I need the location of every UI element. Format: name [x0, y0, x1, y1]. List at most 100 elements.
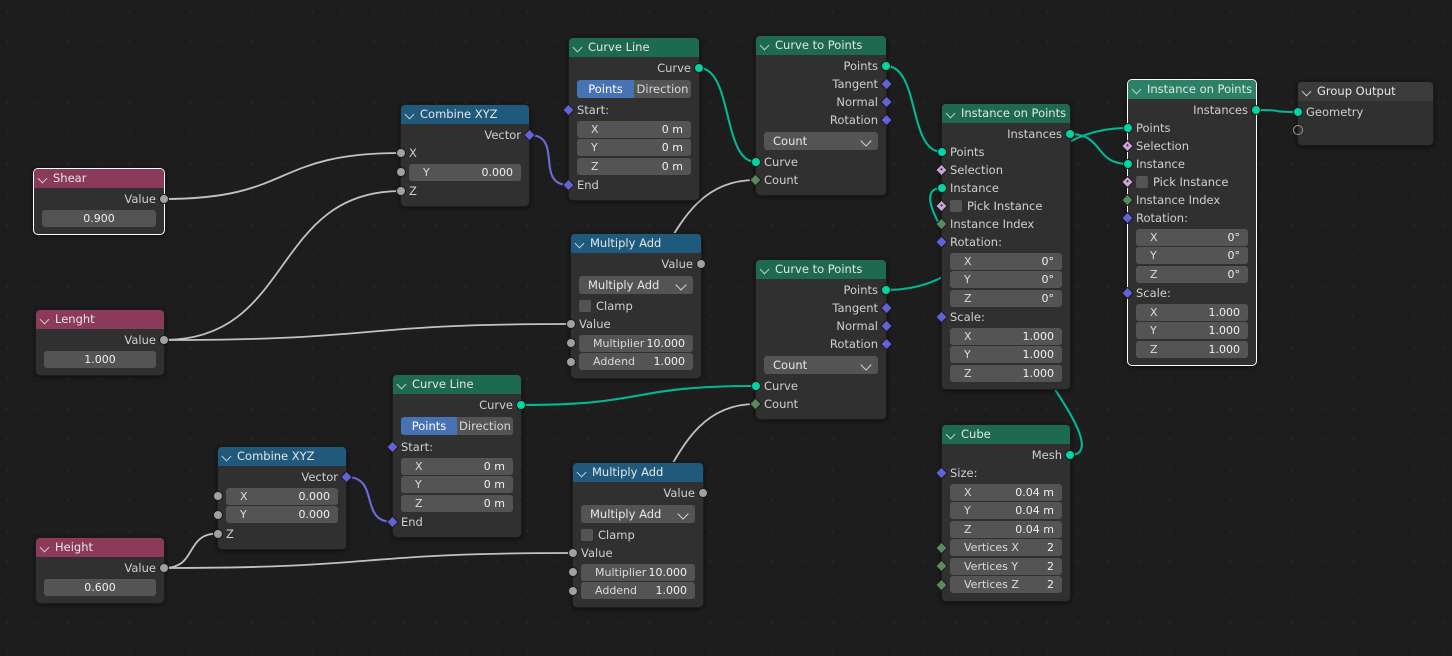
collapse-chevron-icon[interactable] — [1133, 85, 1142, 94]
geometry-node-editor[interactable]: Shear Value 0.900 Lenght Value 1.000 Height Val… — [0, 0, 1452, 656]
toggle-option-points[interactable]: Points — [577, 80, 634, 98]
node-group-output[interactable]: Group Output Geometry — [1293, 81, 1434, 146]
node-curve-line-2[interactable]: Curve Line Curve Points Direction Start: X 0 m… — [386, 374, 526, 538]
node-curve-line-1[interactable]: Curve Line Curve Points Direction Start: X 0 m… — [562, 37, 704, 201]
field-multiply-add-1-addend[interactable]: Addend 1.000 — [579, 353, 693, 370]
field-instance-on-points-2-scale-z[interactable]: Z 1.000 — [1136, 340, 1248, 358]
field-cube-size-x[interactable]: X 0.04 m — [950, 483, 1062, 501]
dropdown-curve-to-points-1[interactable]: Count — [764, 132, 878, 150]
field-cube-size-z[interactable]: Z 0.04 m — [950, 520, 1062, 538]
field-instance-on-points-1-rotation-z[interactable]: Z 0° — [950, 289, 1062, 307]
field-instance-on-points-2-scale-y[interactable]: Y 1.000 — [1136, 322, 1248, 339]
field-instance-on-points-1-scale-y[interactable]: Y 1.000 — [950, 346, 1062, 363]
field-curve-line-2-start-y[interactable]: Y 0 m — [401, 476, 513, 493]
field-cube-vertices-y[interactable]: Vertices Y 2 — [950, 557, 1062, 575]
field-combine-xyz-2-y[interactable]: Y 0.000 — [226, 506, 338, 523]
node-header-lenght[interactable]: Lenght — [36, 310, 164, 329]
toggle-curve-line-2[interactable]: Points Direction — [401, 417, 513, 435]
node-header-instance-on-points-1[interactable]: Instance on Points — [942, 104, 1070, 123]
dropdown-curve-to-points-2[interactable]: Count — [764, 356, 878, 374]
node-combine-xyz-2[interactable]: Combine XYZ Vector X 0.000 Y 0.000 Z — [213, 446, 353, 550]
field-curve-line-1-start-y[interactable]: Y 0 m — [577, 139, 691, 156]
node-header-curve-to-points-2[interactable]: Curve to Points — [756, 260, 886, 279]
checkbox-box[interactable] — [950, 200, 962, 212]
field-multiply-add-1-multiplier[interactable]: Multiplier 10.000 — [579, 334, 693, 352]
node-curve-to-points-2[interactable]: Curve to Points Points Tangent Normal Rotati… — [749, 259, 893, 420]
node-multiply-add-1[interactable]: Multiply Add Value Multiply Add Clamp Value M… — [566, 233, 706, 379]
node-curve-to-points-1[interactable]: Curve to Points Points Tangent Normal Rotati… — [749, 35, 893, 196]
clamp-checkbox-multiply-add-1[interactable]: Clamp — [571, 297, 701, 315]
field-instance-on-points-1-rotation-x[interactable]: X 0° — [950, 252, 1062, 270]
node-header-combine-xyz-2[interactable]: Combine XYZ — [218, 447, 346, 466]
collapse-chevron-icon[interactable] — [398, 380, 407, 389]
field-instance-on-points-2-rotation-x[interactable]: X 0° — [1136, 228, 1248, 246]
clamp-checkbox-multiply-add-2[interactable]: Clamp — [573, 526, 703, 544]
checkbox-box[interactable] — [1136, 176, 1148, 188]
node-instance-on-points-2[interactable]: Instance on Points Instances Points Selecti… — [1121, 79, 1261, 366]
node-header-combine-xyz-1[interactable]: Combine XYZ — [401, 105, 529, 124]
node-combine-xyz-1[interactable]: Combine XYZ Vector X Y 0.000 Z — [396, 104, 536, 207]
node-cube[interactable]: Cube Mesh Size: X 0.04 m Y 0.04 m Z 0.04 m Vertic… — [935, 424, 1075, 602]
collapse-chevron-icon[interactable] — [761, 41, 770, 50]
node-header-group-output[interactable]: Group Output — [1298, 82, 1433, 101]
node-multiply-add-2[interactable]: Multiply Add Value Multiply Add Clamp Value M… — [568, 462, 708, 608]
node-header-multiply-add-2[interactable]: Multiply Add — [573, 463, 703, 482]
toggle-option-direction[interactable]: Direction — [634, 80, 691, 98]
field-instance-on-points-2-rotation-y[interactable]: Y 0° — [1136, 247, 1248, 264]
toggle-option-direction[interactable]: Direction — [457, 417, 513, 435]
collapse-chevron-icon[interactable] — [41, 315, 50, 324]
field-cube-vertices-z[interactable]: Vertices Z 2 — [950, 576, 1062, 593]
checkbox-instance-on-points-1-pick-instance[interactable]: Pick Instance — [935, 197, 1070, 215]
node-instance-on-points-1[interactable]: Instance on Points Instances Points Selecti… — [935, 103, 1075, 390]
collapse-chevron-icon[interactable] — [947, 430, 956, 439]
node-body-lenght: Value 1.000 — [36, 329, 169, 375]
collapse-chevron-icon[interactable] — [574, 43, 583, 52]
field-instance-on-points-2-scale-x[interactable]: X 1.000 — [1136, 303, 1248, 321]
node-header-curve-to-points-1[interactable]: Curve to Points — [756, 36, 886, 55]
field-height-value[interactable]: 0.600 — [44, 578, 156, 596]
collapse-chevron-icon[interactable] — [41, 543, 50, 552]
node-header-multiply-add-1[interactable]: Multiply Add — [571, 234, 701, 253]
collapse-chevron-icon[interactable] — [947, 109, 956, 118]
field-curve-line-1-start-y-label: Y — [591, 141, 598, 154]
toggle-curve-line-1[interactable]: Points Direction — [577, 80, 691, 98]
field-curve-line-2-start-z[interactable]: Z 0 m — [401, 494, 513, 512]
node-header-shear[interactable]: Shear — [34, 169, 164, 188]
dropdown-multiply-add-2[interactable]: Multiply Add — [581, 505, 695, 523]
field-shear-value[interactable]: 0.900 — [42, 209, 156, 227]
checkbox-instance-on-points-2-pick-instance[interactable]: Pick Instance — [1121, 173, 1256, 191]
collapse-chevron-icon[interactable] — [223, 452, 232, 461]
field-instance-on-points-1-scale-z[interactable]: Z 1.000 — [950, 364, 1062, 382]
collapse-chevron-icon[interactable] — [761, 265, 770, 274]
collapse-chevron-icon[interactable] — [1303, 87, 1312, 96]
field-multiply-add-2-addend[interactable]: Addend 1.000 — [581, 582, 695, 599]
node-header-curve-line-2[interactable]: Curve Line — [393, 375, 521, 394]
node-header-curve-line-1[interactable]: Curve Line — [569, 38, 699, 57]
field-lenght-value[interactable]: 1.000 — [44, 350, 156, 368]
field-cube-vertices-x[interactable]: Vertices X 2 — [950, 539, 1062, 556]
collapse-chevron-icon[interactable] — [39, 174, 48, 183]
field-curve-line-2-start-x[interactable]: X 0 m — [401, 457, 513, 475]
dropdown-multiply-add-1[interactable]: Multiply Add — [579, 276, 693, 294]
field-combine-xyz-2-x[interactable]: X 0.000 — [226, 487, 338, 505]
field-instance-on-points-1-scale-x[interactable]: X 1.000 — [950, 327, 1062, 345]
node-height[interactable]: Height Value 0.600 — [35, 537, 169, 604]
field-cube-size-y[interactable]: Y 0.04 m — [950, 502, 1062, 519]
field-curve-line-1-start-z[interactable]: Z 0 m — [577, 157, 691, 175]
checkbox-box[interactable] — [579, 300, 591, 312]
collapse-chevron-icon[interactable] — [576, 239, 585, 248]
field-instance-on-points-2-rotation-z[interactable]: Z 0° — [1136, 265, 1248, 283]
toggle-option-points[interactable]: Points — [401, 417, 457, 435]
field-combine-xyz-1-y[interactable]: Y 0.000 — [409, 163, 521, 181]
collapse-chevron-icon[interactable] — [578, 468, 587, 477]
field-multiply-add-2-multiplier[interactable]: Multiplier 10.000 — [581, 563, 695, 581]
node-lenght[interactable]: Lenght Value 1.000 — [35, 309, 169, 376]
checkbox-box[interactable] — [581, 529, 593, 541]
node-header-instance-on-points-2[interactable]: Instance on Points — [1128, 80, 1256, 99]
node-header-cube[interactable]: Cube — [942, 425, 1070, 444]
field-instance-on-points-1-rotation-y[interactable]: Y 0° — [950, 271, 1062, 288]
node-shear[interactable]: Shear Value 0.900 — [33, 168, 169, 235]
field-curve-line-1-start-x[interactable]: X 0 m — [577, 120, 691, 138]
collapse-chevron-icon[interactable] — [406, 110, 415, 119]
node-header-height[interactable]: Height — [36, 538, 164, 557]
